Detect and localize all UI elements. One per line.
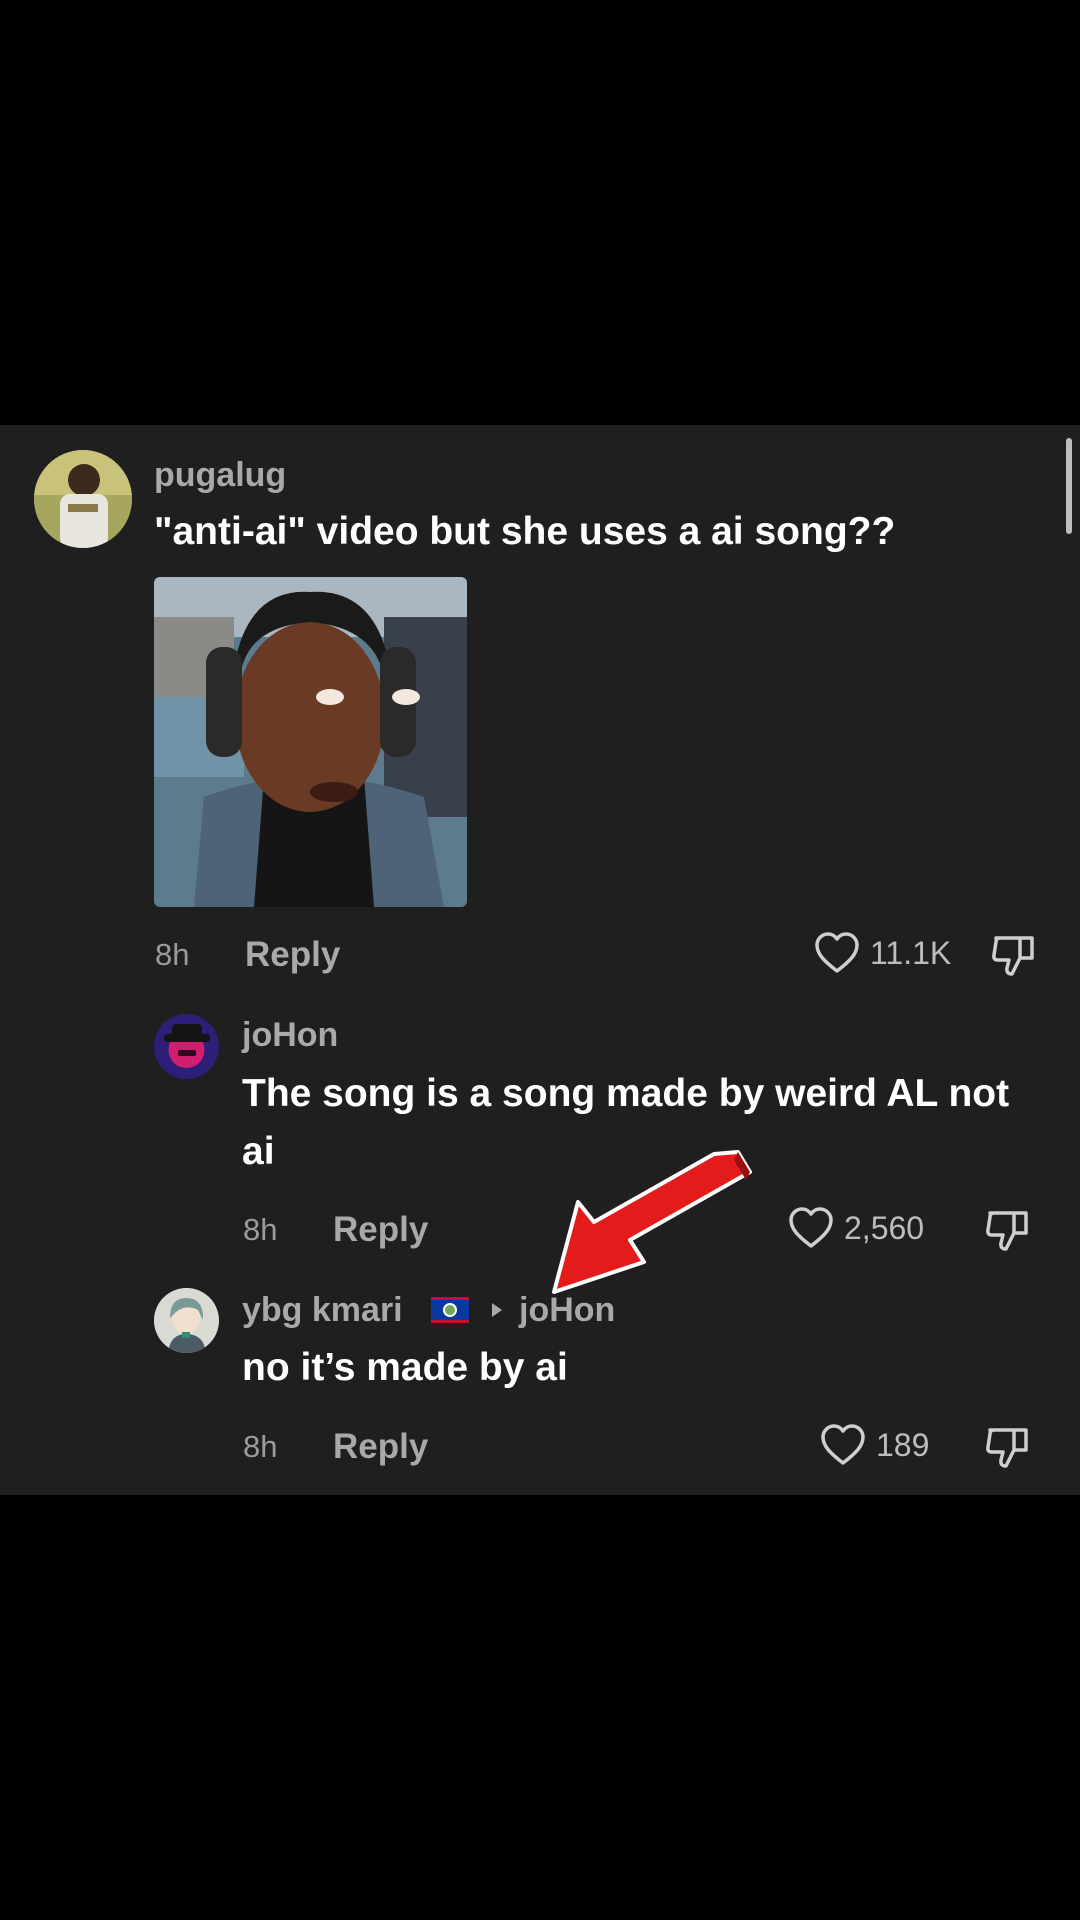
dislike-icon[interactable]: [990, 930, 1038, 978]
anime-avatar-icon: [154, 1288, 219, 1353]
heart-icon: [821, 1424, 865, 1465]
attached-photo-icon: [154, 577, 467, 907]
user-avatar-photo-icon: [34, 450, 132, 548]
comment-attachment-image[interactable]: [154, 577, 467, 907]
reply-button[interactable]: Reply: [333, 1427, 428, 1467]
comment-timestamp: 8h: [243, 1429, 278, 1464]
avatar-pugalug[interactable]: [34, 450, 132, 548]
cartoon-avatar-icon: [154, 1014, 219, 1079]
comment-timestamp: 8h: [155, 937, 190, 972]
heart-icon: [815, 932, 859, 973]
reply-button[interactable]: Reply: [333, 1210, 428, 1250]
comment-username[interactable]: joHon: [242, 1015, 338, 1055]
like-count: 2,560: [844, 1210, 925, 1246]
like-count: 189: [876, 1427, 930, 1463]
like-button[interactable]: 2,560: [788, 1206, 924, 1250]
red-arrow-icon: [552, 1150, 752, 1294]
avatar-ybg-kmari[interactable]: [154, 1288, 219, 1353]
like-button[interactable]: 189: [820, 1423, 929, 1467]
scrollbar[interactable]: [1066, 438, 1072, 534]
avatar-johon[interactable]: [154, 1014, 219, 1079]
comment-username[interactable]: pugalug: [154, 455, 286, 495]
comment-text: "anti-ai" video but she uses a ai song??: [154, 510, 896, 553]
comment-username[interactable]: ybg kmari: [242, 1290, 403, 1330]
belize-flag-icon: [431, 1297, 469, 1323]
dislike-icon[interactable]: [984, 1205, 1032, 1253]
reply-button[interactable]: Reply: [245, 935, 340, 975]
like-count: 11.1K: [870, 935, 952, 971]
heart-icon: [789, 1207, 833, 1248]
comment-timestamp: 8h: [243, 1212, 278, 1247]
dislike-icon[interactable]: [984, 1422, 1032, 1470]
reply-to-caret-icon: [492, 1303, 502, 1317]
like-button[interactable]: 11.1K: [814, 931, 951, 975]
comment-text: no it’s made by ai: [242, 1346, 568, 1389]
